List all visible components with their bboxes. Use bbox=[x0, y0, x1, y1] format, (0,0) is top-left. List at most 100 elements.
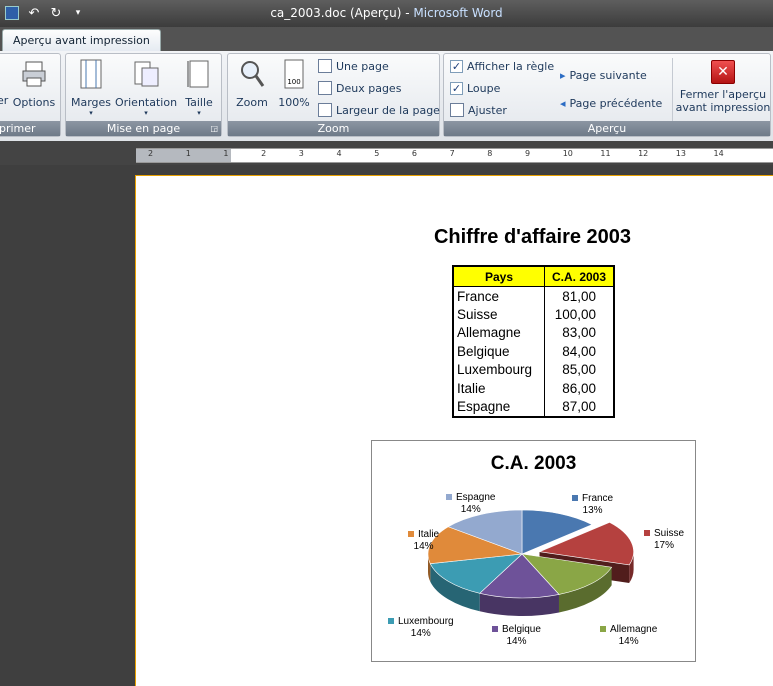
group-label-apercu: Aperçu bbox=[444, 121, 770, 136]
window-title: ca_2003.doc (Aperçu) - Microsoft Word bbox=[270, 6, 503, 20]
shrink-icon bbox=[450, 103, 464, 117]
data-label-name: France bbox=[572, 493, 613, 505]
data-label-name: Suisse bbox=[644, 528, 684, 540]
chevron-down-icon: ▾ bbox=[197, 109, 201, 117]
ruler-tick-label: 2 bbox=[148, 149, 154, 158]
group-label-zoom: Zoom bbox=[228, 121, 439, 136]
value-cell: 85,00 bbox=[544, 360, 615, 379]
one-page-icon bbox=[318, 59, 332, 73]
data-label-name: Italie bbox=[408, 529, 439, 541]
category-name: Suisse bbox=[654, 528, 685, 539]
ruler-tick-label: 13 bbox=[675, 149, 686, 158]
orientation-button[interactable]: Orientation ▾ bbox=[113, 58, 179, 117]
country-cell: Allemagne bbox=[452, 323, 545, 343]
chevron-down-icon: ▾ bbox=[89, 109, 93, 117]
page-width-button[interactable]: Largeur de la page bbox=[318, 101, 440, 119]
data-label: Italie 14% bbox=[408, 529, 439, 553]
ruler-tick-label: 1 bbox=[185, 149, 191, 158]
orientation-icon bbox=[134, 61, 159, 87]
data-label-name: Allemagne bbox=[600, 624, 657, 636]
country-cell: Suisse bbox=[452, 305, 545, 324]
previous-page-icon: ◂ bbox=[560, 96, 566, 110]
value-cell: 100,00 bbox=[544, 305, 615, 324]
ruler-tick-label: 3 bbox=[298, 149, 304, 158]
tab-print-preview[interactable]: Aperçu avant impression bbox=[2, 29, 161, 52]
show-ruler-checkbox[interactable]: ✓ Afficher la règle bbox=[450, 57, 554, 75]
pie-chart[interactable]: C.A. 2003 France 13% Suisse 17% Allemagne 14%… bbox=[371, 440, 696, 662]
zoom-100-button[interactable]: 100 100% bbox=[274, 58, 314, 109]
horizontal-ruler[interactable]: 2 1 1 2 3 4 5 6 7 8 9 10 11 12 13 14 bbox=[0, 141, 773, 165]
ruler-tick-label: 12 bbox=[638, 149, 649, 158]
chevron-down-icon: ▾ bbox=[144, 109, 148, 117]
percent-label: 14% bbox=[410, 628, 431, 639]
legend-swatch bbox=[572, 495, 578, 502]
size-button[interactable]: Taille ▾ bbox=[180, 58, 218, 117]
category-name: Allemagne bbox=[610, 624, 658, 635]
previous-page-button[interactable]: ◂ Page précédente bbox=[560, 94, 662, 112]
country-cell: Belgique bbox=[452, 342, 545, 361]
value-cell: 81,00 bbox=[544, 286, 615, 306]
legend-swatch bbox=[388, 618, 394, 625]
percent-label: 14% bbox=[460, 504, 481, 515]
percent-label: 14% bbox=[618, 636, 639, 647]
page-size-icon bbox=[187, 60, 209, 88]
data-label-name: Luxembourg bbox=[388, 616, 454, 628]
close-preview-button[interactable]: ✕ Fermer l'aperçu avant impression bbox=[674, 60, 772, 114]
next-page-button[interactable]: ▸ Page suivante bbox=[560, 66, 647, 84]
zoom-button[interactable]: Zoom bbox=[232, 58, 272, 109]
value-cell: 84,00 bbox=[544, 342, 615, 361]
divider bbox=[672, 58, 673, 122]
data-label: Allemagne 14% bbox=[600, 624, 657, 648]
one-page-button[interactable]: Une page bbox=[318, 57, 389, 75]
ruler-tick-label: 11 bbox=[600, 149, 611, 158]
legend-swatch bbox=[492, 626, 498, 633]
margins-button[interactable]: Marges ▾ bbox=[70, 58, 112, 117]
table-row: France 81,00 bbox=[452, 286, 615, 306]
shrink-fit-button[interactable]: Ajuster bbox=[450, 101, 507, 119]
margins-icon bbox=[80, 59, 102, 89]
group-mise-en-page: Marges ▾ Orientation ▾ Taille ▾ Mise en pag… bbox=[65, 53, 222, 137]
close-icon: ✕ bbox=[711, 60, 735, 84]
title-bar: ↶ ↻ ▾ ca_2003.doc (Aperçu) - Microsoft W… bbox=[0, 0, 773, 27]
legend-swatch bbox=[644, 530, 650, 537]
data-label: Suisse 17% bbox=[644, 528, 684, 552]
magnifier-icon bbox=[241, 61, 265, 87]
page-100-icon: 100 bbox=[284, 59, 304, 89]
category-name: Luxembourg bbox=[398, 616, 454, 627]
data-label-name: Espagne bbox=[446, 492, 495, 504]
document-title: Chiffre d'affaire 2003 bbox=[433, 226, 632, 248]
two-pages-button[interactable]: Deux pages bbox=[318, 79, 401, 97]
ruler-tick-label: 8 bbox=[487, 149, 493, 158]
table-row: Allemagne 83,00 bbox=[452, 323, 615, 343]
ribbon: Options er primer Marges ▾ Orientation ▾ T… bbox=[0, 51, 773, 141]
percent-label: 13% bbox=[582, 505, 603, 516]
dialog-launcher-icon[interactable]: ◲ bbox=[210, 121, 218, 136]
country-cell: Espagne bbox=[452, 397, 545, 417]
check-icon: ✓ bbox=[450, 59, 463, 73]
country-cell: France bbox=[452, 286, 545, 306]
data-label: Luxembourg 14% bbox=[388, 616, 454, 640]
value-cell: 86,00 bbox=[544, 378, 615, 398]
ruler-tick-label: 6 bbox=[411, 149, 417, 158]
revenue-table: Pays C.A. 2003 France 81,00 Suisse 100,00 Al… bbox=[452, 265, 615, 418]
percent-label: 14% bbox=[413, 541, 434, 552]
options-button[interactable]: Options bbox=[9, 58, 59, 109]
percent-label: 14% bbox=[506, 636, 527, 647]
printer-icon bbox=[22, 61, 46, 87]
data-label: Espagne 14% bbox=[446, 492, 495, 516]
ruler-band: 2 1 1 2 3 4 5 6 7 8 9 10 11 12 13 14 bbox=[136, 148, 773, 163]
country-cell: Luxembourg bbox=[452, 360, 545, 379]
ruler-tick-label: 5 bbox=[374, 149, 380, 158]
group-apercu: ✓ Afficher la règle ✓ Loupe Ajuster ▸ Page … bbox=[443, 53, 771, 137]
category-name: Belgique bbox=[502, 624, 541, 635]
legend-swatch bbox=[408, 531, 414, 538]
percent-label: 17% bbox=[654, 540, 675, 551]
data-label: France 13% bbox=[572, 493, 613, 517]
table-row: Italie 86,00 bbox=[452, 378, 615, 398]
country-cell: Italie bbox=[452, 378, 545, 398]
group-label-mise-en-page: Mise en page ◲ bbox=[66, 121, 221, 136]
magnifier-checkbox[interactable]: ✓ Loupe bbox=[450, 79, 500, 97]
value-cell: 87,00 bbox=[544, 397, 615, 417]
ribbon-tabs: Aperçu avant impression bbox=[0, 27, 773, 52]
two-pages-icon bbox=[318, 81, 332, 95]
